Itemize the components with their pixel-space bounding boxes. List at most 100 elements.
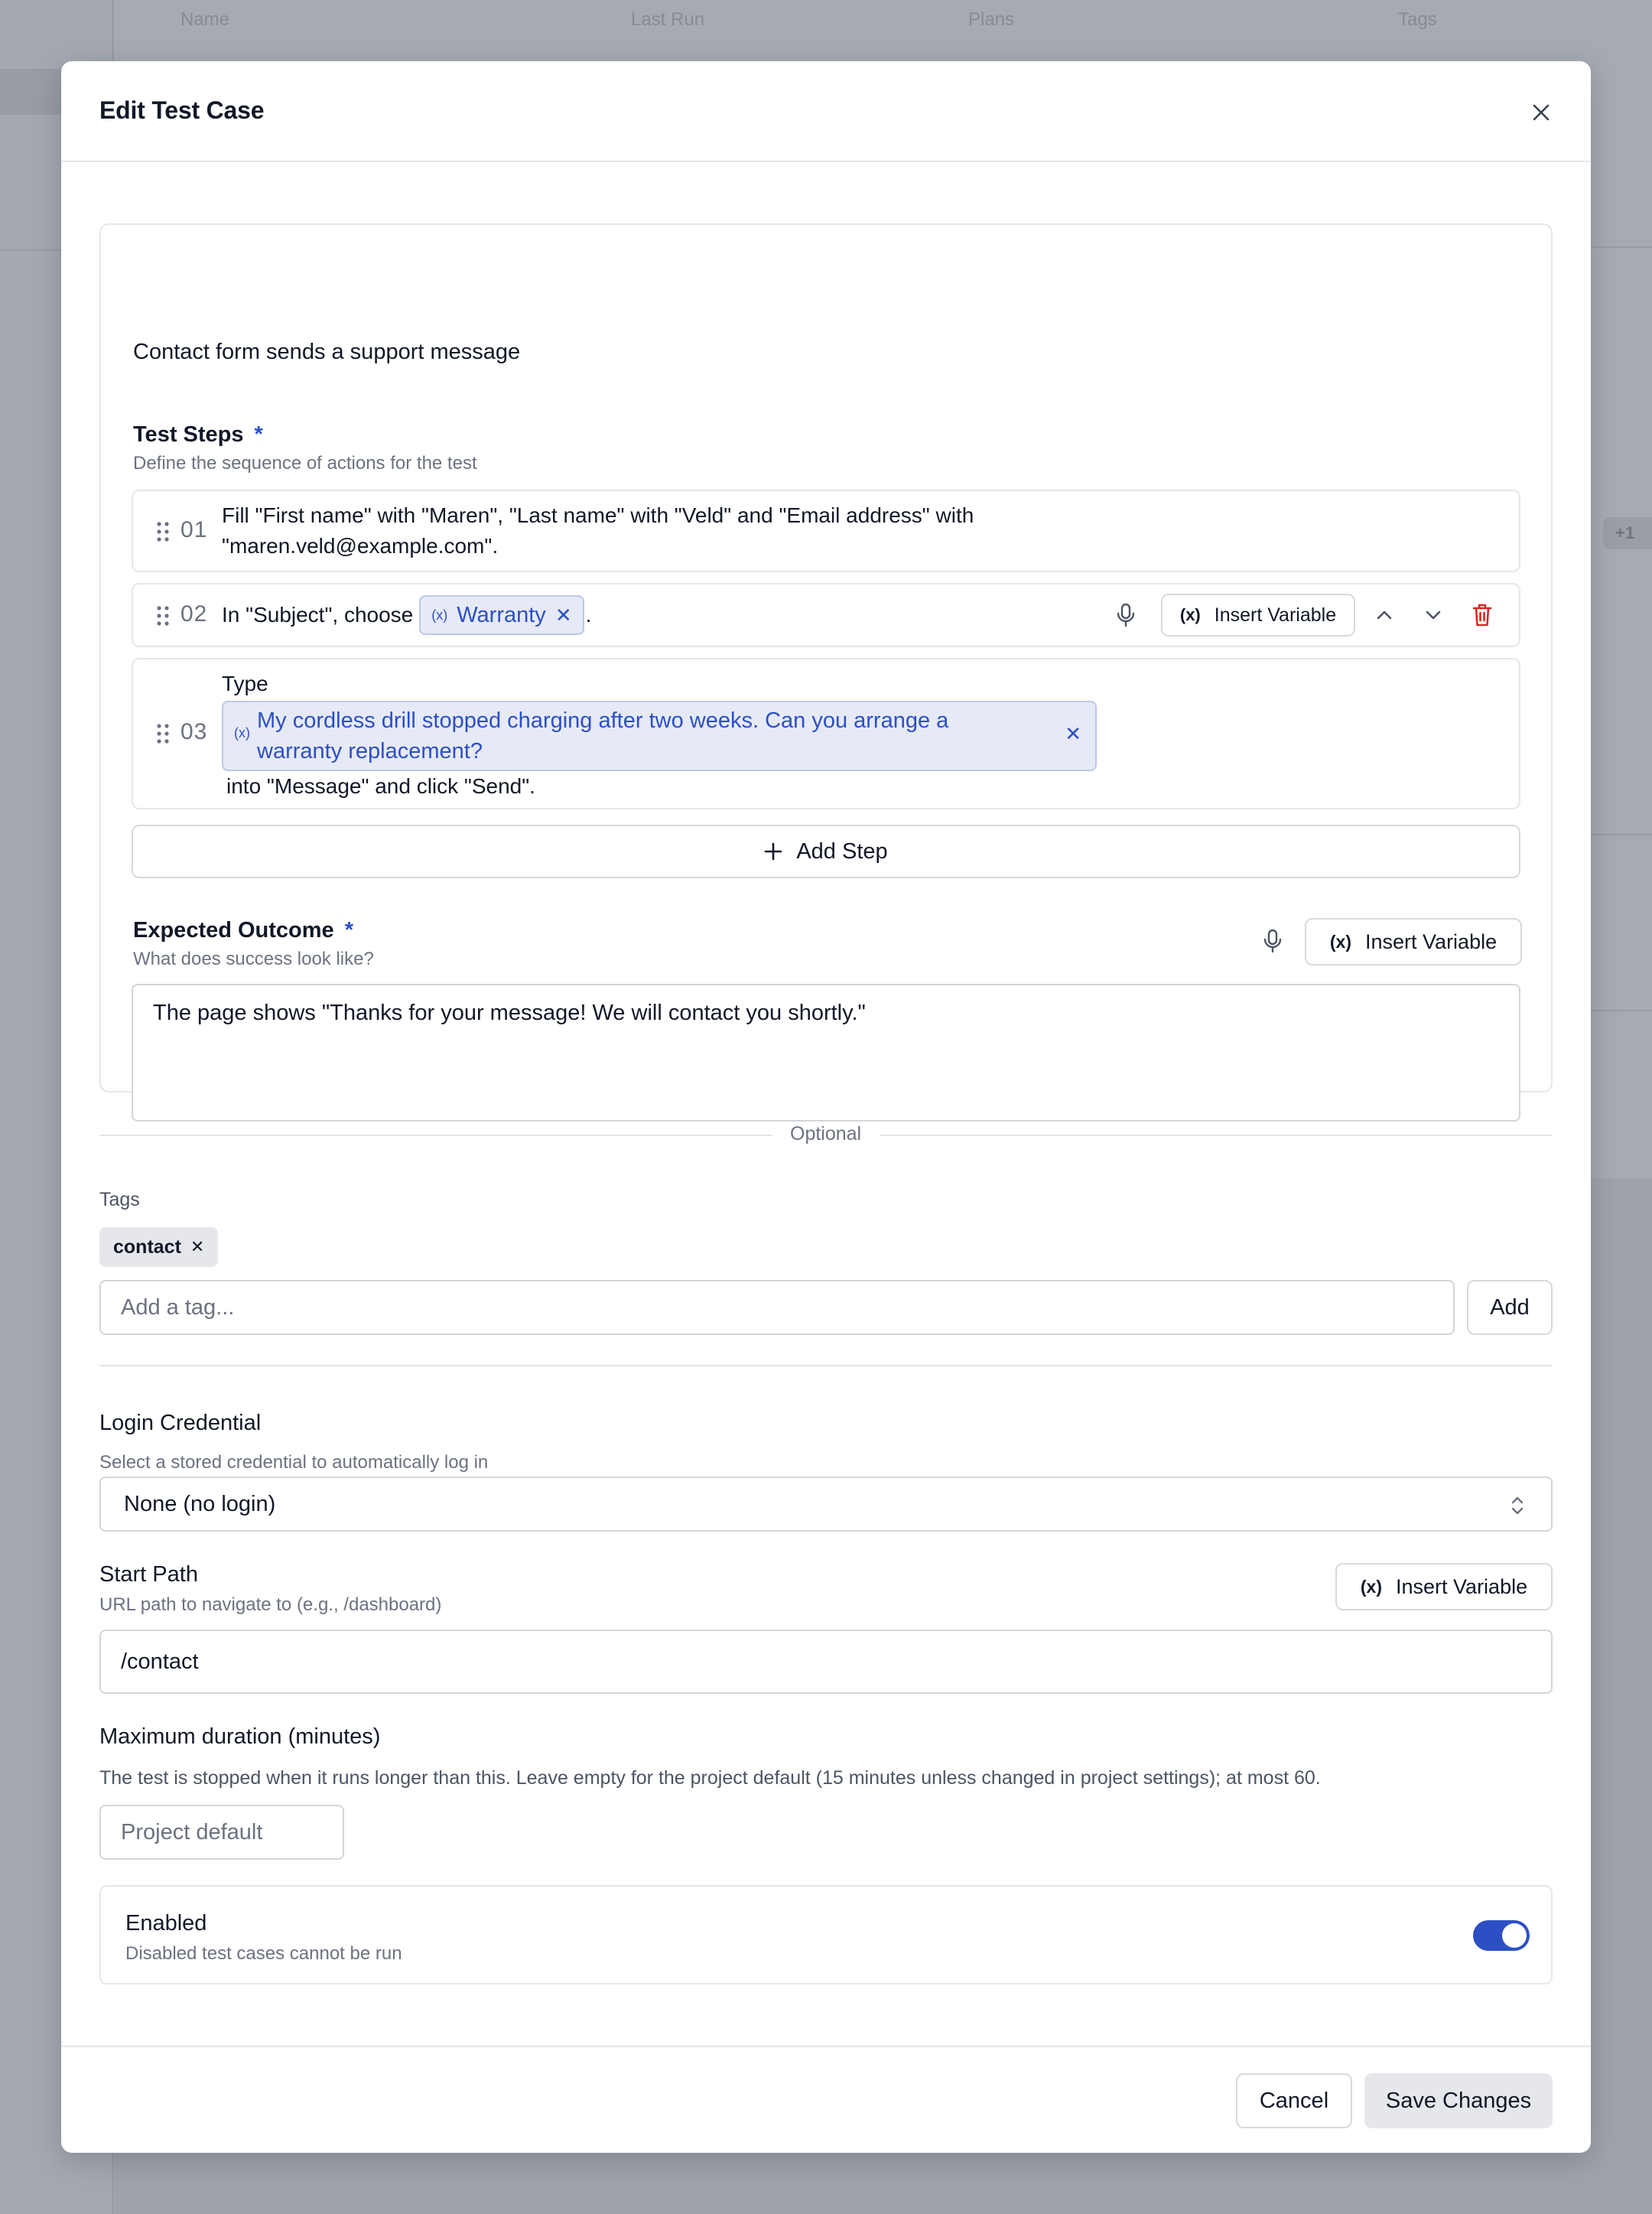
drag-handle-icon[interactable] xyxy=(154,520,171,543)
variable-chip-line: My cordless drill stopped charging after… xyxy=(257,708,949,733)
optional-divider-line xyxy=(99,1135,772,1136)
add-step-button[interactable]: Add Step xyxy=(132,825,1520,878)
tag-input-placeholder: Add a tag... xyxy=(121,1294,235,1320)
test-step-row[interactable]: 01 Fill "First name" with "Maren", "Last… xyxy=(132,490,1520,572)
background-column-name: Name xyxy=(180,9,230,30)
variable-icon: (x) xyxy=(1329,931,1352,952)
edit-test-case-dialog: Edit Test Case Contact form sends a supp… xyxy=(61,61,1591,2153)
close-icon xyxy=(1533,104,1550,121)
expected-outcome-label-row: Expected Outcome * xyxy=(133,918,353,943)
microphone-icon xyxy=(1117,603,1135,627)
enabled-setting-card: Enabled Disabled test cases cannot be ru… xyxy=(99,1885,1553,1984)
variable-chip-line: warranty replacement? xyxy=(257,739,483,764)
dialog-title: Edit Test Case xyxy=(99,96,265,124)
background-table-header: Name Last Run Plans Tags xyxy=(115,0,1652,38)
variable-icon: (x) xyxy=(1179,605,1201,624)
step-text-suffix: into "Message" and click "Send". xyxy=(226,774,535,798)
save-changes-button[interactable]: Save Changes xyxy=(1364,2073,1553,2128)
background-column-tags: Tags xyxy=(1398,9,1437,30)
expected-outcome-hint: What does success look like? xyxy=(133,949,374,969)
insert-variable-label: Insert Variable xyxy=(1365,930,1498,953)
optional-divider-line xyxy=(880,1135,1553,1136)
footer-divider xyxy=(61,2046,1591,2047)
login-credential-select[interactable]: None (no login) xyxy=(99,1477,1553,1532)
expected-outcome-textarea[interactable]: The page shows "Thanks for your message!… xyxy=(132,984,1520,1122)
login-credential-hint: Select a stored credential to automatica… xyxy=(99,1452,489,1473)
add-step-label: Add Step xyxy=(796,838,888,864)
drag-handle-icon[interactable] xyxy=(154,722,171,745)
insert-variable-label: Insert Variable xyxy=(1396,1574,1528,1598)
insert-variable-button[interactable]: (x) Insert Variable xyxy=(1161,594,1355,637)
background-row-divider xyxy=(1591,834,1652,835)
background-tag-badge: +1 xyxy=(1603,517,1652,549)
max-duration-hint: The test is stopped when it runs longer … xyxy=(99,1767,1321,1789)
microphone-icon xyxy=(1263,929,1282,953)
test-case-title[interactable]: Contact form sends a support message xyxy=(133,340,520,365)
move-step-up-button[interactable] xyxy=(1369,600,1400,630)
enabled-label: Enabled xyxy=(125,1911,207,1936)
chevron-down-icon xyxy=(1426,610,1441,620)
test-steps-hint: Define the sequence of actions for the t… xyxy=(133,453,477,474)
remove-variable-icon[interactable]: ✕ xyxy=(555,600,572,630)
move-step-down-button[interactable] xyxy=(1418,600,1449,630)
test-step-row[interactable]: 02 In "Subject", choose (x) Warranty ✕ .… xyxy=(132,583,1520,647)
remove-variable-icon[interactable]: ✕ xyxy=(1065,722,1081,746)
voice-input-button[interactable] xyxy=(1257,926,1288,956)
step-text-prefix: Type xyxy=(222,672,268,695)
max-duration-input[interactable]: Project default xyxy=(99,1805,344,1860)
step-number: 03 xyxy=(180,719,208,744)
chevron-up-down-icon xyxy=(1511,1496,1524,1515)
max-duration-label: Maximum duration (minutes) xyxy=(99,1724,381,1749)
required-marker: * xyxy=(344,918,353,943)
required-marker: * xyxy=(254,422,263,447)
delete-step-button[interactable] xyxy=(1467,598,1498,632)
section-divider xyxy=(99,1365,1553,1366)
expected-outcome-label: Expected Outcome xyxy=(133,918,334,943)
background-column-plans: Plans xyxy=(968,9,1015,30)
test-steps-label: Test Steps xyxy=(133,422,244,447)
optional-divider-label: Optional xyxy=(790,1123,862,1144)
step-number: 02 xyxy=(180,601,208,627)
variable-chip[interactable]: (x) Warranty ✕ xyxy=(419,595,584,635)
background-row-divider xyxy=(1591,246,1652,248)
save-changes-label: Save Changes xyxy=(1385,2088,1532,2113)
variable-icon: (x) xyxy=(234,725,250,741)
enabled-hint: Disabled test cases cannot be run xyxy=(125,1943,402,1964)
start-path-label: Start Path xyxy=(99,1562,198,1587)
enabled-toggle[interactable] xyxy=(1473,1920,1530,1951)
insert-variable-button[interactable]: (x) Insert Variable xyxy=(1305,918,1522,965)
tags-label: Tags xyxy=(99,1189,140,1210)
step-text-prefix: In "Subject", choose xyxy=(222,603,414,627)
start-path-input[interactable]: /contact xyxy=(99,1630,1553,1694)
test-steps-label-row: Test Steps * xyxy=(133,422,263,448)
drag-handle-icon[interactable] xyxy=(154,604,171,627)
add-tag-label: Add xyxy=(1490,1294,1530,1320)
test-definition-card: Contact form sends a support message Tes… xyxy=(99,223,1553,1122)
step-text-suffix: . xyxy=(585,603,592,627)
plus-icon xyxy=(765,842,782,861)
variable-chip[interactable]: (x) My cordless drill stopped charging a… xyxy=(222,701,1097,771)
cancel-button[interactable]: Cancel xyxy=(1236,2073,1352,2128)
close-button[interactable] xyxy=(1522,93,1560,132)
variable-chip-label: My cordless drill stopped charging after… xyxy=(257,705,948,767)
toggle-knob xyxy=(1502,1923,1527,1948)
step-text-line: "maren.veld@example.com". xyxy=(222,534,499,558)
tag-input[interactable]: Add a tag... xyxy=(99,1280,1455,1335)
variable-icon: (x) xyxy=(1360,1576,1383,1597)
add-tag-button[interactable]: Add xyxy=(1467,1280,1553,1335)
expected-outcome-value: The page shows "Thanks for your message!… xyxy=(153,1001,866,1025)
variable-icon: (x) xyxy=(431,607,448,623)
remove-tag-icon[interactable]: ✕ xyxy=(190,1237,204,1257)
voice-input-button[interactable] xyxy=(1111,600,1141,630)
tag-chip: contact ✕ xyxy=(99,1227,219,1267)
login-credential-selected: None (no login) xyxy=(124,1491,276,1516)
variable-chip-label: Warranty xyxy=(457,603,546,627)
tag-chip-label: contact xyxy=(113,1236,181,1258)
insert-variable-label: Insert Variable xyxy=(1214,604,1337,626)
dialog-header: Edit Test Case xyxy=(61,61,1591,162)
step-text[interactable]: In "Subject", choose (x) Warranty ✕ . xyxy=(222,595,591,635)
cancel-label: Cancel xyxy=(1259,2088,1329,2113)
step-text[interactable]: Fill "First name" with "Maren", "Last na… xyxy=(222,500,974,562)
insert-variable-button[interactable]: (x) Insert Variable xyxy=(1335,1563,1553,1610)
test-step-row[interactable]: 03 Type (x) My cordless drill stopped ch… xyxy=(132,658,1520,809)
